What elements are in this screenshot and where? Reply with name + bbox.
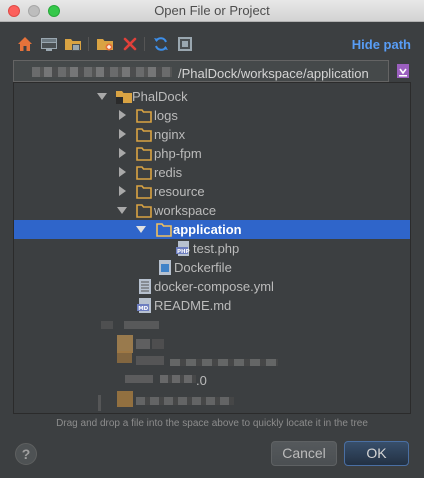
- tree-item-label: workspace: [154, 203, 217, 218]
- tree-item-phaldock[interactable]: PhalDock: [14, 87, 410, 106]
- file-tree[interactable]: PhalDock logs nginx php-fpm redis resour…: [13, 82, 411, 414]
- window-titlebar: Open File or Project: [0, 0, 424, 22]
- tree-item-docker-compose[interactable]: docker-compose.yml: [14, 277, 410, 296]
- tree-item-workspace[interactable]: workspace: [14, 201, 410, 220]
- path-row: /PhalDock/workspace/application: [13, 60, 411, 82]
- project-folder-icon[interactable]: [64, 35, 82, 53]
- tree-item-label: resource: [154, 184, 205, 199]
- folder-icon: [136, 204, 152, 218]
- redacted-path-prefix: [32, 67, 172, 77]
- yml-file-icon: [139, 279, 151, 294]
- path-input[interactable]: /PhalDock/workspace/application: [13, 60, 389, 82]
- expanded-arrow-icon[interactable]: [97, 93, 107, 100]
- redacted-item: [98, 395, 101, 411]
- path-text: /PhalDock/workspace/application: [178, 66, 369, 81]
- folder-icon: [136, 185, 152, 199]
- tree-item-dockerfile[interactable]: Dockerfile: [14, 258, 410, 277]
- collapsed-arrow-icon[interactable]: [119, 186, 126, 196]
- tree-item-label: logs: [154, 108, 178, 123]
- project-folder-icon: [116, 91, 132, 104]
- tree-item-label: Dockerfile: [174, 260, 232, 275]
- tree-item-label: php-fpm: [154, 146, 202, 161]
- desktop-icon[interactable]: [40, 35, 58, 53]
- redacted-item: [117, 351, 132, 363]
- tree-item-readme[interactable]: MD README.md: [14, 296, 410, 315]
- redacted-item: [152, 339, 164, 349]
- ok-button[interactable]: OK: [344, 441, 409, 466]
- tree-item-resource[interactable]: resource: [14, 182, 410, 201]
- folder-icon: [136, 128, 152, 142]
- tree-item-redis[interactable]: redis: [14, 163, 410, 182]
- tree-item-php-fpm[interactable]: php-fpm: [14, 144, 410, 163]
- docker-file-icon: [159, 260, 171, 275]
- redacted-item-suffix: .0: [196, 373, 207, 388]
- redacted-item: [117, 391, 133, 407]
- folder-icon: [156, 223, 172, 237]
- expanded-arrow-icon[interactable]: [117, 207, 127, 214]
- home-icon[interactable]: [16, 35, 34, 53]
- redacted-item: [136, 397, 234, 405]
- folder-icon: [136, 166, 152, 180]
- drag-drop-hint: Drag and drop a file into the space abov…: [56, 418, 368, 429]
- window-title: Open File or Project: [154, 3, 270, 18]
- collapsed-arrow-icon[interactable]: [119, 129, 126, 139]
- markdown-file-icon: MD: [137, 298, 151, 313]
- cancel-button[interactable]: Cancel: [271, 441, 337, 466]
- folder-icon: [136, 109, 152, 123]
- tree-item-label: application: [173, 222, 242, 237]
- tree-item-label: PhalDock: [132, 89, 188, 104]
- redacted-item: [170, 359, 278, 366]
- delete-icon[interactable]: [121, 35, 139, 53]
- redacted-item: [136, 356, 164, 365]
- redacted-item: [101, 321, 113, 329]
- tree-item-label: test.php: [193, 241, 240, 256]
- tree-item-label: docker-compose.yml: [154, 279, 274, 294]
- redacted-item: [124, 321, 159, 329]
- redacted-item: [125, 375, 153, 383]
- collapsed-arrow-icon[interactable]: [119, 110, 126, 120]
- tree-item-label: README.md: [154, 298, 232, 313]
- folder-icon: [136, 147, 152, 161]
- collapsed-arrow-icon[interactable]: [119, 148, 126, 158]
- tree-item-nginx[interactable]: nginx: [14, 125, 410, 144]
- new-folder-icon[interactable]: [96, 35, 114, 53]
- tree-item-label: redis: [154, 165, 183, 180]
- svg-text:MD: MD: [138, 306, 148, 312]
- svg-text:PHP: PHP: [177, 249, 190, 255]
- toolbar-divider: [88, 37, 89, 51]
- collapsed-arrow-icon[interactable]: [119, 167, 126, 177]
- show-hidden-icon[interactable]: [176, 35, 194, 53]
- hide-path-link[interactable]: Hide path: [352, 37, 411, 52]
- help-button[interactable]: ?: [15, 443, 37, 465]
- expanded-arrow-icon[interactable]: [136, 226, 146, 233]
- redacted-item: [160, 375, 196, 383]
- refresh-icon[interactable]: [152, 35, 170, 53]
- php-file-icon: PHP: [176, 241, 190, 256]
- tree-item-logs[interactable]: logs: [14, 106, 410, 125]
- path-history-icon[interactable]: [396, 62, 410, 80]
- tree-item-test-php[interactable]: PHP test.php: [14, 239, 410, 258]
- toolbar-divider: [144, 37, 145, 51]
- redacted-item: [136, 339, 150, 349]
- tree-item-label: nginx: [154, 127, 186, 142]
- file-chooser-toolbar: Hide path: [16, 35, 411, 55]
- tree-item-application[interactable]: application: [14, 220, 410, 239]
